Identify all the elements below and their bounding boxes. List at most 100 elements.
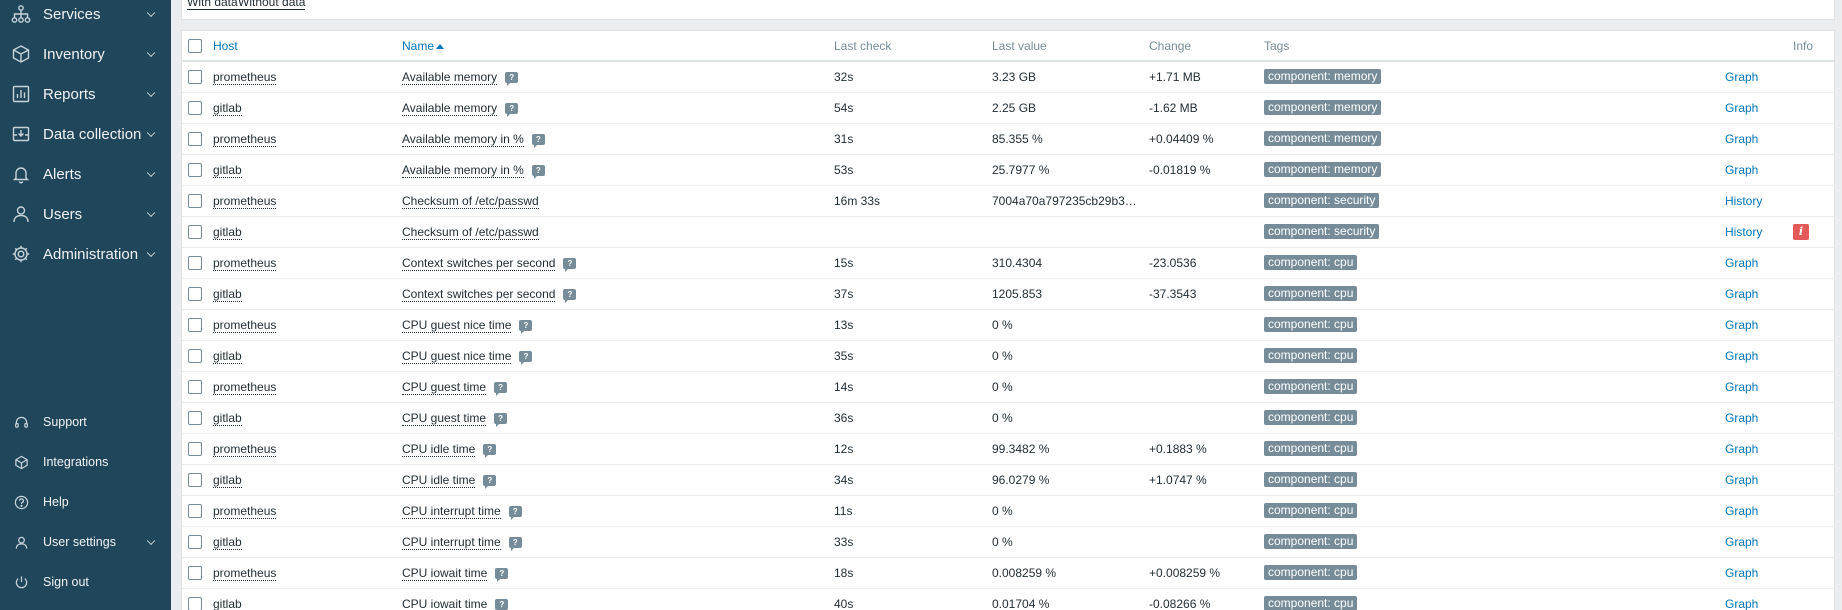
graph-link[interactable]: Graph bbox=[1725, 380, 1758, 394]
host-link[interactable]: gitlab bbox=[213, 100, 242, 116]
description-icon[interactable]: ? bbox=[505, 102, 519, 117]
tag-badge[interactable]: component: cpu bbox=[1264, 503, 1358, 518]
graph-link[interactable]: Graph bbox=[1725, 504, 1758, 518]
row-checkbox[interactable] bbox=[188, 317, 202, 332]
menu-item-support[interactable]: Support bbox=[0, 402, 171, 442]
row-checkbox[interactable] bbox=[188, 410, 202, 425]
graph-link[interactable]: Graph bbox=[1725, 287, 1758, 301]
description-icon[interactable]: ? bbox=[519, 350, 533, 365]
item-name-link[interactable]: Available memory in % bbox=[402, 162, 524, 178]
tag-badge[interactable]: component: cpu bbox=[1264, 286, 1358, 301]
item-name-link[interactable]: CPU guest time bbox=[402, 410, 487, 426]
host-link[interactable]: gitlab bbox=[213, 162, 242, 178]
host-link[interactable]: prometheus bbox=[213, 565, 277, 581]
host-link[interactable]: prometheus bbox=[213, 441, 277, 457]
description-icon[interactable]: ? bbox=[505, 71, 519, 86]
tag-badge[interactable]: component: memory bbox=[1264, 100, 1382, 115]
column-name[interactable]: Name bbox=[402, 31, 834, 62]
tag-badge[interactable]: component: cpu bbox=[1264, 317, 1358, 332]
host-link[interactable]: gitlab bbox=[213, 472, 242, 488]
row-checkbox[interactable] bbox=[188, 534, 202, 549]
description-icon[interactable]: ? bbox=[531, 164, 545, 179]
row-checkbox[interactable] bbox=[188, 596, 202, 610]
graph-link[interactable]: Graph bbox=[1725, 256, 1758, 270]
description-icon[interactable]: ? bbox=[483, 443, 497, 458]
item-name-link[interactable]: CPU guest time bbox=[402, 379, 487, 395]
graph-link[interactable]: Graph bbox=[1725, 411, 1758, 425]
description-icon[interactable]: ? bbox=[519, 319, 533, 334]
tag-badge[interactable]: component: cpu bbox=[1264, 472, 1358, 487]
tag-badge[interactable]: component: memory bbox=[1264, 131, 1382, 146]
column-host[interactable]: Host bbox=[213, 31, 402, 62]
row-checkbox[interactable] bbox=[188, 162, 202, 177]
tag-badge[interactable]: component: memory bbox=[1264, 162, 1382, 177]
item-name-link[interactable]: CPU idle time bbox=[402, 472, 476, 488]
history-link[interactable]: History bbox=[1725, 225, 1762, 239]
row-checkbox[interactable] bbox=[188, 472, 202, 487]
host-link[interactable]: prometheus bbox=[213, 503, 277, 519]
row-checkbox[interactable] bbox=[188, 131, 202, 146]
item-name-link[interactable]: CPU idle time bbox=[402, 441, 476, 457]
tag-badge[interactable]: component: cpu bbox=[1264, 379, 1358, 394]
row-checkbox[interactable] bbox=[188, 441, 202, 456]
graph-link[interactable]: Graph bbox=[1725, 535, 1758, 549]
menu-item-user-settings[interactable]: User settings bbox=[0, 522, 171, 562]
graph-link[interactable]: Graph bbox=[1725, 597, 1758, 610]
host-link[interactable]: gitlab bbox=[213, 596, 242, 610]
menu-item-sign-out[interactable]: Sign out bbox=[0, 562, 171, 602]
host-link[interactable]: gitlab bbox=[213, 534, 242, 550]
menu-item-reports[interactable]: Reports bbox=[0, 74, 171, 114]
tag-badge[interactable]: component: cpu bbox=[1264, 255, 1358, 270]
tag-badge[interactable]: component: security bbox=[1264, 224, 1380, 239]
row-checkbox[interactable] bbox=[188, 193, 202, 208]
item-name-link[interactable]: CPU iowait time bbox=[402, 565, 488, 581]
row-checkbox[interactable] bbox=[188, 224, 202, 239]
filter-with-data[interactable]: With data bbox=[187, 0, 238, 10]
item-name-link[interactable]: CPU guest nice time bbox=[402, 317, 512, 333]
host-link[interactable]: prometheus bbox=[213, 131, 277, 147]
description-icon[interactable]: ? bbox=[495, 567, 509, 582]
host-link[interactable]: gitlab bbox=[213, 286, 242, 302]
filter-without-data[interactable]: Without data bbox=[238, 0, 306, 10]
description-icon[interactable]: ? bbox=[508, 536, 522, 551]
item-name-link[interactable]: Checksum of /etc/passwd bbox=[402, 193, 539, 209]
description-icon[interactable]: ? bbox=[531, 133, 545, 148]
host-link[interactable]: prometheus bbox=[213, 317, 277, 333]
item-name-link[interactable]: Context switches per second bbox=[402, 255, 556, 271]
tag-badge[interactable]: component: cpu bbox=[1264, 596, 1358, 610]
item-name-link[interactable]: CPU guest nice time bbox=[402, 348, 512, 364]
tag-badge[interactable]: component: cpu bbox=[1264, 410, 1358, 425]
info-icon[interactable]: i bbox=[1793, 223, 1809, 240]
select-all-checkbox[interactable] bbox=[188, 38, 202, 53]
graph-link[interactable]: Graph bbox=[1725, 132, 1758, 146]
host-link[interactable]: prometheus bbox=[213, 255, 277, 271]
menu-item-data-collection[interactable]: Data collection bbox=[0, 114, 171, 154]
graph-link[interactable]: Graph bbox=[1725, 318, 1758, 332]
description-icon[interactable]: ? bbox=[494, 412, 508, 427]
item-name-link[interactable]: CPU interrupt time bbox=[402, 534, 501, 550]
history-link[interactable]: History bbox=[1725, 194, 1762, 208]
row-checkbox[interactable] bbox=[188, 348, 202, 363]
item-name-link[interactable]: Context switches per second bbox=[402, 286, 556, 302]
row-checkbox[interactable] bbox=[188, 100, 202, 115]
graph-link[interactable]: Graph bbox=[1725, 163, 1758, 177]
row-checkbox[interactable] bbox=[188, 255, 202, 270]
host-link[interactable]: gitlab bbox=[213, 410, 242, 426]
host-link[interactable]: gitlab bbox=[213, 348, 242, 364]
description-icon[interactable]: ? bbox=[494, 381, 508, 396]
tag-badge[interactable]: component: security bbox=[1264, 193, 1380, 208]
description-icon[interactable]: ? bbox=[563, 257, 577, 272]
host-link[interactable]: prometheus bbox=[213, 379, 277, 395]
row-checkbox[interactable] bbox=[188, 70, 202, 85]
menu-item-services[interactable]: Services bbox=[0, 0, 171, 34]
menu-item-integrations[interactable]: Integrations bbox=[0, 442, 171, 482]
graph-link[interactable]: Graph bbox=[1725, 566, 1758, 580]
menu-item-inventory[interactable]: Inventory bbox=[0, 34, 171, 74]
graph-link[interactable]: Graph bbox=[1725, 473, 1758, 487]
description-icon[interactable]: ? bbox=[483, 474, 497, 489]
graph-link[interactable]: Graph bbox=[1725, 101, 1758, 115]
tag-badge[interactable]: component: cpu bbox=[1264, 348, 1358, 363]
row-checkbox[interactable] bbox=[188, 503, 202, 518]
tag-badge[interactable]: component: cpu bbox=[1264, 565, 1358, 580]
host-link[interactable]: prometheus bbox=[213, 193, 277, 209]
